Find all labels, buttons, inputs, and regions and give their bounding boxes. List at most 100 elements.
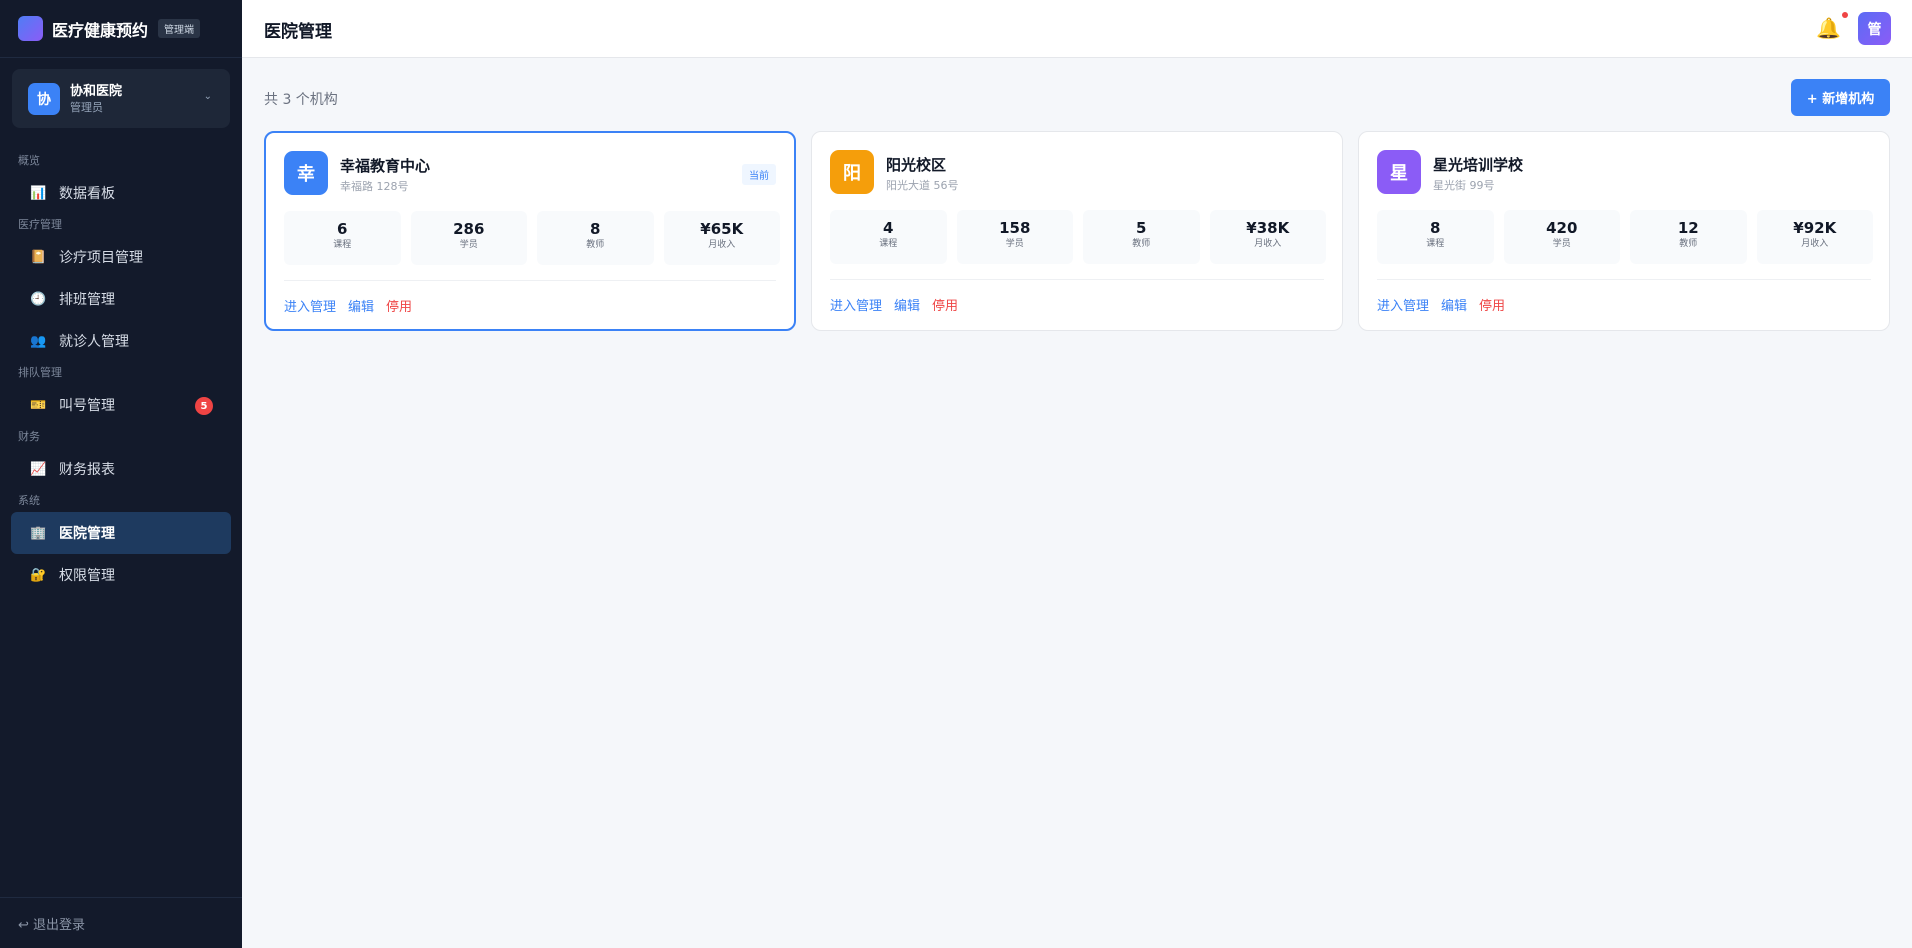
enter-manage-link[interactable]: 进入管理 [1377,295,1429,314]
stat-label: 教师 [1679,239,1698,249]
org-card: 阳阳光校区 阳光大道 56号 4 课程 158 学员 5 教师 ¥38K 月收入 进入管理 编辑 停用 [811,131,1343,331]
stat-box: 6 课程 [284,211,401,265]
sidebar-item[interactable]: 👥 就诊人管理 [11,320,231,362]
stat-value: ¥65K [700,220,744,238]
stat-box: 158 学员 [956,210,1073,264]
add-org-button[interactable]: + 新增机构 [1791,79,1890,116]
stat-value: 8 [1430,219,1441,237]
org-role: 管理员 [70,100,103,114]
org-card-stats: 6 课程 286 学员 8 教师 ¥65K 月收入 [284,211,780,265]
stat-box: 5 教师 [1083,210,1200,264]
count-badge: 5 [195,397,213,415]
org-avatar: 协 [28,82,60,115]
sidebar-item-label: 诊疗项目管理 [59,250,143,266]
org-info: 协和医院 管理员 [70,83,122,115]
sidebar-item[interactable]: 📊 数据看板 [11,172,231,214]
org-switcher[interactable]: 协 协和医院 管理员 ⌄ [12,69,230,128]
stat-value: 5 [1136,219,1147,237]
stat-value: ¥38K [1246,219,1290,237]
sidebar-nav: 概览 📊 数据看板 医疗管理 📔 诊疗项目管理 🕘 排班管理 👥 就诊人管理 排队管理 🎫 叫号管理 5 财… [0,150,242,596]
stat-value: 12 [1677,219,1699,237]
sidebar-item-label: 叫号管理 [59,398,115,414]
stat-label: 学员 [1005,239,1024,249]
edit-link[interactable]: 编辑 [894,295,920,314]
stat-box: ¥65K 月收入 [663,211,780,265]
stat-box: 4 课程 [830,210,947,264]
stat-value: 6 [337,220,348,238]
stat-value: 286 [453,220,485,238]
brand-tag: 管理端 [158,19,201,38]
brand-name: 医疗健康预约 [52,20,149,40]
users-icon: 👥 [30,333,47,349]
sidebar-item[interactable]: 🕘 排班管理 [11,278,231,320]
divider [1377,279,1871,280]
brand: 医疗健康预约 管理端 [0,0,242,58]
org-card-name: 星光培训学校 [1433,156,1524,174]
sidebar: 医疗健康预约 管理端 协 协和医院 管理员 ⌄ 概览 📊 数据看板 医疗管理 📔 诊疗项目… [0,0,242,948]
org-name: 协和医院 [70,83,123,99]
sidebar-item-label: 数据看板 [59,186,115,202]
chevron-down-icon: ⌄ [203,91,212,102]
stat-box: 8 教师 [537,211,654,265]
org-card-list: 幸幸福教育中心 幸福路 128号 当前 6 课程 286 学员 8 教师 ¥65K 月收入 进入管理编… [264,131,1890,331]
stat-box: 8 课程 [1377,210,1494,264]
sidebar-item-label: 财务报表 [59,462,115,478]
clock-icon: 🕘 [30,291,47,307]
stat-label: 学员 [1552,239,1571,249]
stat-value: ¥92K [1793,219,1837,237]
stat-box: ¥92K 月收入 [1756,210,1873,264]
org-card-stats: 4 课程 158 学员 5 教师 ¥38K 月收入 [830,210,1326,264]
stat-value: 4 [883,219,894,237]
sidebar-item-label: 就诊人管理 [59,334,129,350]
chart-icon: 📊 [30,185,47,201]
sidebar-item[interactable]: 📈 财务报表 [11,448,231,490]
nav-group-label: 财务 [18,430,40,443]
org-card-actions: 进入管理 编辑 停用 [1377,295,1505,314]
trend-icon: 📈 [30,461,47,477]
building-icon: 🏢 [30,525,47,541]
edit-link[interactable]: 编辑 [348,296,374,315]
nav-group-label: 系统 [18,494,40,507]
disable-link[interactable]: 停用 [932,295,958,314]
org-card-avatar: 星 [1377,150,1421,194]
org-card-address: 幸福路 128号 [340,180,409,193]
org-card-address: 阳光大道 56号 [886,179,959,192]
divider [830,279,1324,280]
enter-manage-link[interactable]: 进入管理 [830,295,882,314]
stat-label: 教师 [586,240,605,250]
disable-link[interactable]: 停用 [1479,295,1505,314]
nav-group-label: 排队管理 [18,366,62,379]
avatar[interactable]: 管 [1858,12,1891,45]
stat-label: 课程 [333,240,352,250]
org-card-actions: 进入管理 编辑 停用 [830,295,958,314]
current-badge: 当前 [742,164,776,185]
stat-box: 420 学员 [1503,210,1620,264]
sidebar-item[interactable]: 🎫 叫号管理 5 [11,384,231,426]
nav-group-label: 概览 [18,154,40,167]
sidebar-item-label: 医院管理 [59,526,115,542]
stat-value: 8 [590,220,601,238]
divider [284,280,776,281]
stat-box: 286 学员 [410,211,527,265]
disable-link[interactable]: 停用 [386,296,412,315]
org-card: 星星光培训学校星光街 99号 8 课程 420 学员 12 教师 ¥92K 月收入进入管理 编辑停… [1358,131,1890,331]
org-card-stats: 8 课程 420 学员 12 教师 ¥92K 月收入 [1377,210,1873,264]
brand-logo [18,16,43,41]
stat-label: 学员 [459,240,478,250]
sidebar-item-label: 排班管理 [59,292,115,308]
logout-button[interactable]: ↩ 退出登录 [0,897,242,948]
stat-box: ¥38K 月收入 [1209,210,1326,264]
enter-manage-link[interactable]: 进入管理 [284,296,336,315]
sidebar-item[interactable]: 🏢 医院管理 [11,512,231,554]
org-card-name: 阳光校区 [886,156,947,174]
org-card-address: 星光街 99号 [1433,179,1495,192]
stat-box: 12 教师 [1630,210,1747,264]
edit-link[interactable]: 编辑 [1441,295,1467,314]
stat-label: 月收入 [708,240,736,250]
topbar: 医院管理 🔔 管 [242,0,1912,58]
org-card-avatar: 幸 [284,151,328,195]
lock-icon: 🔐 [30,567,47,583]
sidebar-item[interactable]: 🔐 权限管理 [11,554,231,596]
bell-icon[interactable]: 🔔 [1816,16,1841,40]
sidebar-item[interactable]: 📔 诊疗项目管理 [11,236,231,278]
